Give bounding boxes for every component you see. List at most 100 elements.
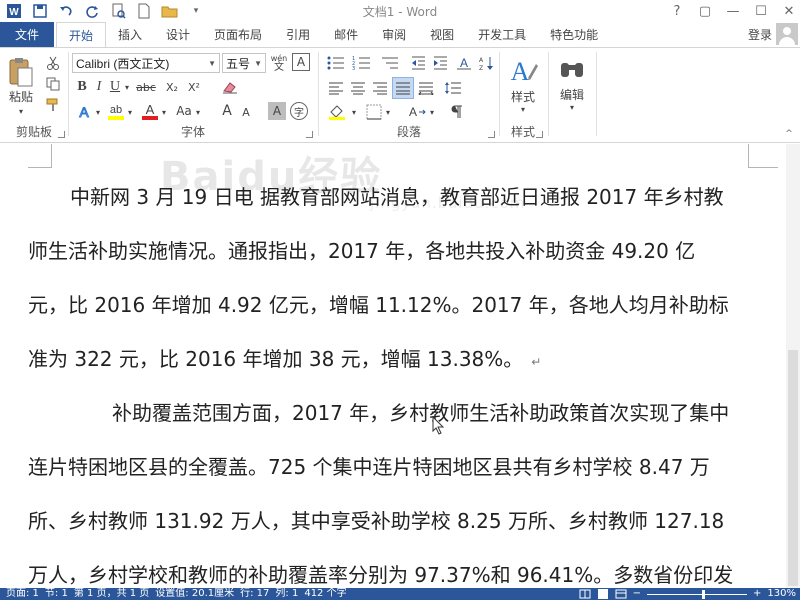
binoculars-icon[interactable] [556,54,588,84]
avatar[interactable] [776,23,798,45]
collapse-ribbon-icon[interactable]: ^ [782,128,796,140]
text-effects-icon[interactable]: A [74,102,94,122]
superscript-button[interactable]: X² [184,78,204,96]
status-word-count[interactable]: 412 个字 [304,588,346,600]
ribbon-display-icon[interactable]: ▢ [698,4,712,19]
sort-icon[interactable]: AZ [476,52,496,74]
format-painter-icon[interactable] [44,96,62,114]
subscript-button[interactable]: X₂ [162,78,182,96]
styles-icon[interactable]: A [506,54,540,88]
increase-indent-icon[interactable] [430,52,450,74]
phonetic-guide-button[interactable]: wén 文 [268,51,290,75]
paragraph-2[interactable]: 补助覆盖范围方面，2017 年，乡村教师生活补助政策首次实现了集中 连片特困地区… [28,386,754,588]
tab-developer[interactable]: 开发工具 [466,22,538,47]
font-color-icon[interactable]: A [140,100,160,122]
tab-page-layout[interactable]: 页面布局 [202,22,274,47]
tab-references[interactable]: 引用 [274,22,322,47]
close-button[interactable]: ✕ [782,4,796,19]
scrollbar-thumb[interactable] [788,350,798,586]
paste-icon[interactable] [4,54,38,90]
minimize-button[interactable]: — [726,4,740,19]
align-left-icon[interactable] [326,78,346,98]
change-case-button[interactable]: Aa [174,102,194,120]
change-case-dropdown-icon[interactable]: ▾ [194,104,202,120]
shrink-font-button[interactable]: A [238,104,254,120]
tab-mailings[interactable]: 邮件 [322,22,370,47]
font-launcher-icon[interactable] [306,131,313,138]
tab-home[interactable]: 开始 [56,22,107,47]
show-formatting-icon[interactable] [446,102,466,122]
underline-dropdown-icon[interactable]: ▾ [122,78,132,96]
print-layout-icon[interactable] [597,589,609,599]
decrease-indent-icon[interactable] [408,52,428,74]
clear-formatting-icon[interactable] [220,78,240,96]
shading-icon[interactable] [326,102,348,122]
highlight-icon[interactable]: ab [106,100,126,122]
status-row[interactable]: 行: 17 [240,588,269,600]
tab-review[interactable]: 审阅 [370,22,418,47]
styles-group: A 样式 ▾ 样式 [500,48,546,142]
zoom-slider-thumb[interactable] [702,589,706,599]
status-col[interactable]: 列: 1 [275,588,298,600]
editing-dropdown-icon[interactable]: ▾ [550,102,594,112]
numbering-icon[interactable]: 123 [350,52,374,74]
bullets-icon[interactable] [324,52,348,74]
multilevel-list-icon[interactable] [378,52,402,74]
text-direction-icon[interactable]: A [404,102,428,122]
maximize-button[interactable]: ☐ [754,4,768,19]
status-page[interactable]: 页面: 1 [6,588,39,600]
web-layout-icon[interactable] [615,589,627,599]
paste-dropdown-icon[interactable]: ▾ [6,106,36,116]
clipboard-launcher-icon[interactable] [58,131,65,138]
styles-launcher-icon[interactable] [536,131,543,138]
bold-button[interactable]: B [74,78,90,96]
tab-view[interactable]: 视图 [418,22,466,47]
tab-features[interactable]: 特色功能 [538,22,610,47]
paragraph-1[interactable]: 中新网 3 月 19 日电 据教育部网站消息，教育部近日通报 2017 年乡村教… [28,170,754,386]
enclose-characters-button[interactable]: 字 [290,102,308,120]
vertical-scrollbar[interactable] [786,144,800,588]
character-shading-button[interactable]: A [268,102,286,120]
align-center-icon[interactable] [348,78,368,98]
align-right-icon[interactable] [370,78,390,98]
sign-in-link[interactable]: 登录 [748,26,772,43]
borders-icon[interactable] [364,102,384,122]
editing-button[interactable]: 编辑 [550,86,594,102]
zoom-slider[interactable] [647,589,748,599]
font-name-combo[interactable]: Calibri (西文正文) ▼ [72,53,220,73]
tab-file[interactable]: 文件 [0,22,54,47]
justify-icon[interactable] [392,77,414,99]
read-mode-icon[interactable] [579,589,591,599]
copy-icon[interactable] [44,75,62,93]
font-size-combo[interactable]: 五号 ▼ [222,53,266,73]
cut-icon[interactable] [44,54,62,72]
chinese-layout-icon[interactable]: A [454,52,474,74]
styles-button[interactable]: 样式 [500,88,546,104]
tab-design[interactable]: 设计 [154,22,202,47]
underline-button[interactable]: U [108,78,122,96]
borders-dropdown-icon[interactable]: ▾ [384,104,392,120]
paragraph-launcher-icon[interactable] [488,131,495,138]
tab-insert[interactable]: 插入 [106,22,154,47]
grow-font-button[interactable]: A [218,102,236,120]
font-color-dropdown-icon[interactable]: ▾ [160,104,168,120]
italic-button[interactable]: I [92,78,106,96]
status-setting[interactable]: 设置值: 20.1厘米 [155,588,234,600]
strikethrough-button[interactable]: abc [134,78,158,96]
zoom-out-button[interactable]: − [633,588,641,600]
text-effects-dropdown-icon[interactable]: ▾ [94,104,102,120]
zoom-in-button[interactable]: + [753,588,761,600]
status-pages[interactable]: 第 1 页，共 1 页 [74,588,149,600]
document-canvas[interactable]: Baidu经验 jingyan.baidu.com 中新网 3 月 19 日电 … [0,144,786,588]
distributed-icon[interactable] [416,78,436,98]
status-section[interactable]: 节: 1 [45,588,68,600]
zoom-level[interactable]: 130% [767,588,796,600]
shading-dropdown-icon[interactable]: ▾ [350,104,358,120]
help-icon[interactable]: ? [670,4,684,19]
paste-button[interactable]: 粘贴 [4,88,38,104]
text-direction-dropdown-icon[interactable]: ▾ [428,104,436,120]
character-border-button[interactable]: A [292,53,310,71]
line-spacing-icon[interactable] [442,78,464,98]
highlight-dropdown-icon[interactable]: ▾ [126,104,134,120]
styles-dropdown-icon[interactable]: ▾ [500,104,546,114]
